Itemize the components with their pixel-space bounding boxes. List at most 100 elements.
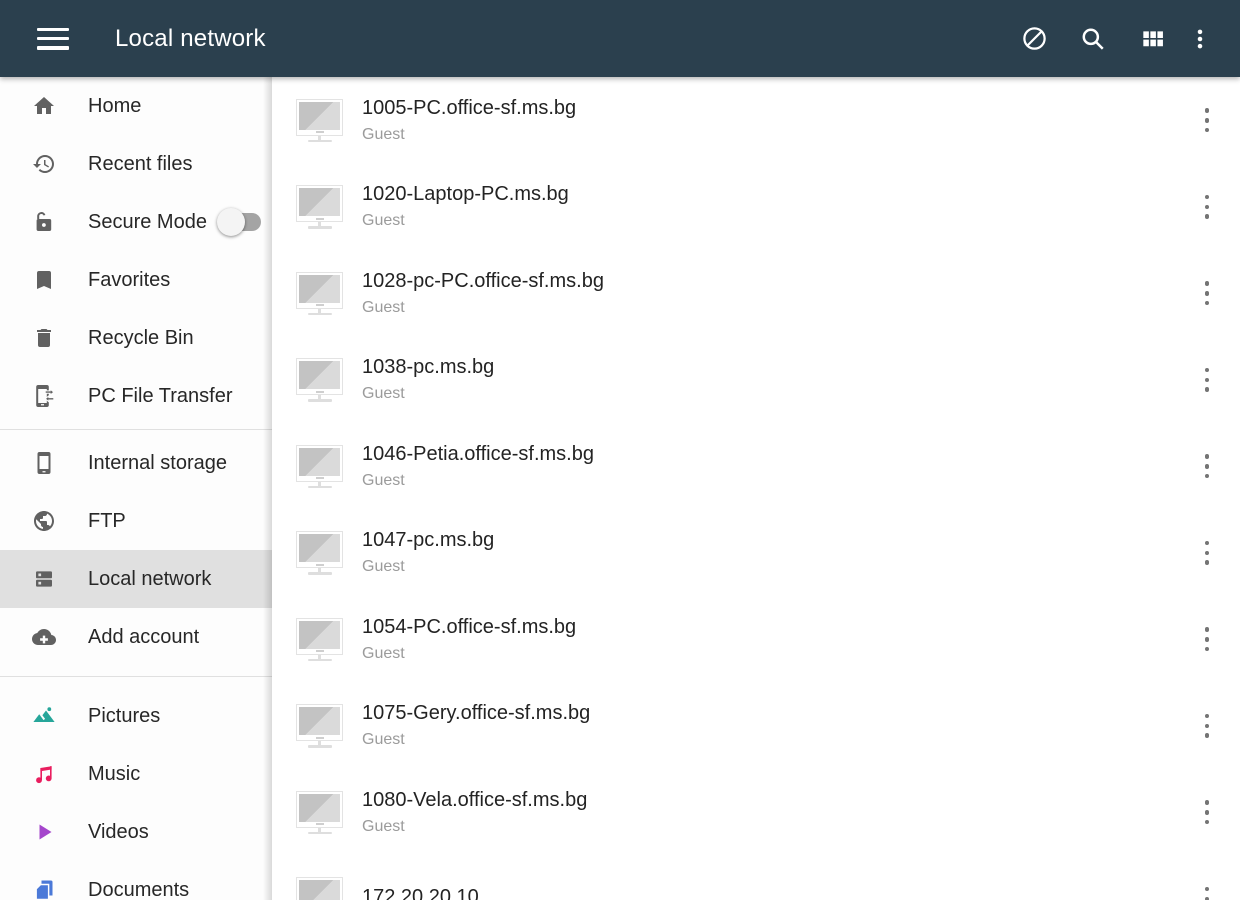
documents-icon bbox=[32, 878, 56, 900]
music-icon bbox=[32, 762, 56, 786]
computer-icon bbox=[296, 99, 343, 143]
sidebar-item-recent-files[interactable]: Recent files bbox=[0, 135, 272, 193]
sidebar-item-internal-storage[interactable]: Internal storage bbox=[0, 434, 272, 492]
network-host-row[interactable]: 1046-Petia.office-sf.ms.bg Guest bbox=[272, 423, 1240, 510]
cloud-add-icon bbox=[32, 625, 56, 649]
sidebar-divider bbox=[0, 429, 272, 430]
host-info: 1080-Vela.office-sf.ms.bg Guest bbox=[362, 788, 1194, 837]
host-name: 1054-PC.office-sf.ms.bg bbox=[362, 615, 1194, 640]
host-name: 172.20.20.10 bbox=[362, 885, 1194, 900]
sidebar-item-documents[interactable]: Documents bbox=[0, 861, 272, 900]
home-icon bbox=[32, 94, 56, 118]
sidebar-item-pictures[interactable]: Pictures bbox=[0, 687, 272, 745]
sidebar-item-label: Documents bbox=[88, 879, 189, 900]
appbar-actions bbox=[989, 25, 1214, 53]
row-overflow-icon[interactable] bbox=[1194, 617, 1220, 661]
computer-icon bbox=[296, 877, 343, 900]
network-host-row[interactable]: 1005-PC.office-sf.ms.bg Guest bbox=[272, 77, 1240, 164]
host-name: 1038-pc.ms.bg bbox=[362, 355, 1194, 380]
host-info: 1075-Gery.office-sf.ms.bg Guest bbox=[362, 701, 1194, 750]
videos-icon bbox=[32, 820, 56, 844]
row-overflow-icon[interactable] bbox=[1194, 358, 1220, 402]
sidebar-item-label: Local network bbox=[88, 568, 211, 591]
smartphone-icon bbox=[32, 451, 56, 475]
row-overflow-icon[interactable] bbox=[1194, 790, 1220, 834]
host-user: Guest bbox=[362, 210, 1194, 231]
globe-icon bbox=[32, 509, 56, 533]
network-host-row[interactable]: 1047-pc.ms.bg Guest bbox=[272, 510, 1240, 597]
host-user: Guest bbox=[362, 470, 1194, 491]
sidebar-item-label: Pictures bbox=[88, 705, 160, 728]
sidebar-item-videos[interactable]: Videos bbox=[0, 803, 272, 861]
computer-icon bbox=[296, 185, 343, 229]
network-host-row[interactable]: 1054-PC.office-sf.ms.bg Guest bbox=[272, 596, 1240, 683]
block-icon[interactable] bbox=[1020, 25, 1048, 53]
network-host-row[interactable]: 1075-Gery.office-sf.ms.bg Guest bbox=[272, 683, 1240, 770]
lock-open-icon bbox=[32, 210, 56, 234]
row-overflow-icon[interactable] bbox=[1194, 704, 1220, 748]
content-area: Home Recent files Secure Mode bbox=[0, 77, 1240, 900]
row-overflow-icon[interactable] bbox=[1194, 877, 1220, 900]
host-info: 1020-Laptop-PC.ms.bg Guest bbox=[362, 182, 1194, 231]
row-overflow-icon[interactable] bbox=[1194, 271, 1220, 315]
computer-icon bbox=[296, 791, 343, 835]
network-host-row[interactable]: 1020-Laptop-PC.ms.bg Guest bbox=[272, 164, 1240, 251]
host-name: 1020-Laptop-PC.ms.bg bbox=[362, 182, 1194, 207]
network-host-row[interactable]: 1080-Vela.office-sf.ms.bg Guest bbox=[272, 769, 1240, 856]
page-title: Local network bbox=[115, 25, 266, 53]
sidebar-item-pc-file-transfer[interactable]: PC File Transfer bbox=[0, 367, 272, 425]
network-host-row[interactable]: 1028-pc-PC.office-sf.ms.bg Guest bbox=[272, 250, 1240, 337]
host-info: 172.20.20.10 bbox=[362, 885, 1194, 900]
phone-transfer-icon bbox=[32, 384, 56, 408]
sidebar-item-music[interactable]: Music bbox=[0, 745, 272, 803]
more-vert-icon[interactable] bbox=[1186, 25, 1214, 53]
sidebar-item-add-account[interactable]: Add account bbox=[0, 608, 272, 666]
search-icon[interactable] bbox=[1079, 25, 1107, 53]
secure-mode-switch[interactable] bbox=[217, 208, 263, 236]
app-bar: Local network bbox=[0, 0, 1240, 77]
sidebar-item-ftp[interactable]: FTP bbox=[0, 492, 272, 550]
host-name: 1047-pc.ms.bg bbox=[362, 528, 1194, 553]
computer-icon bbox=[296, 704, 343, 748]
host-user: Guest bbox=[362, 383, 1194, 404]
computer-icon bbox=[296, 531, 343, 575]
host-name: 1075-Gery.office-sf.ms.bg bbox=[362, 701, 1194, 726]
host-user: Guest bbox=[362, 124, 1194, 145]
sidebar-item-label: Videos bbox=[88, 821, 149, 844]
sidebar-item-label: Add account bbox=[88, 626, 199, 649]
bookmark-icon bbox=[32, 268, 56, 292]
hamburger-menu-icon[interactable] bbox=[37, 26, 69, 52]
host-info: 1028-pc-PC.office-sf.ms.bg Guest bbox=[362, 269, 1194, 318]
host-info: 1005-PC.office-sf.ms.bg Guest bbox=[362, 96, 1194, 145]
sidebar-item-local-network[interactable]: Local network bbox=[0, 550, 272, 608]
row-overflow-icon[interactable] bbox=[1194, 185, 1220, 229]
sidebar-item-recycle-bin[interactable]: Recycle Bin bbox=[0, 309, 272, 367]
host-name: 1005-PC.office-sf.ms.bg bbox=[362, 96, 1194, 121]
sidebar-item-home[interactable]: Home bbox=[0, 77, 272, 135]
computer-icon bbox=[296, 358, 343, 402]
sidebar-item-label: Secure Mode bbox=[88, 211, 207, 234]
sidebar-item-label: Recycle Bin bbox=[88, 327, 194, 350]
network-host-row[interactable]: 1038-pc.ms.bg Guest bbox=[272, 337, 1240, 424]
host-user: Guest bbox=[362, 556, 1194, 577]
trash-icon bbox=[32, 326, 56, 350]
host-user: Guest bbox=[362, 729, 1194, 750]
sidebar-item-favorites[interactable]: Favorites bbox=[0, 251, 272, 309]
computer-icon bbox=[296, 445, 343, 489]
file-list: 1005-PC.office-sf.ms.bg Guest 1020-Lapto… bbox=[272, 77, 1240, 900]
sidebar-item-label: FTP bbox=[88, 510, 126, 533]
sidebar-divider bbox=[0, 676, 272, 677]
grid-view-icon[interactable] bbox=[1138, 25, 1166, 53]
sidebar-item-label: Music bbox=[88, 763, 140, 786]
sidebar-item-secure-mode[interactable]: Secure Mode bbox=[0, 193, 272, 251]
sidebar-item-label: Internal storage bbox=[88, 452, 227, 475]
row-overflow-icon[interactable] bbox=[1194, 531, 1220, 575]
network-host-row[interactable]: 172.20.20.10 bbox=[272, 856, 1240, 900]
pictures-icon bbox=[32, 704, 56, 728]
switch-thumb bbox=[217, 208, 245, 236]
host-name: 1046-Petia.office-sf.ms.bg bbox=[362, 442, 1194, 467]
row-overflow-icon[interactable] bbox=[1194, 98, 1220, 142]
row-overflow-icon[interactable] bbox=[1194, 444, 1220, 488]
sidebar-item-label: Favorites bbox=[88, 269, 170, 292]
host-user: Guest bbox=[362, 643, 1194, 664]
